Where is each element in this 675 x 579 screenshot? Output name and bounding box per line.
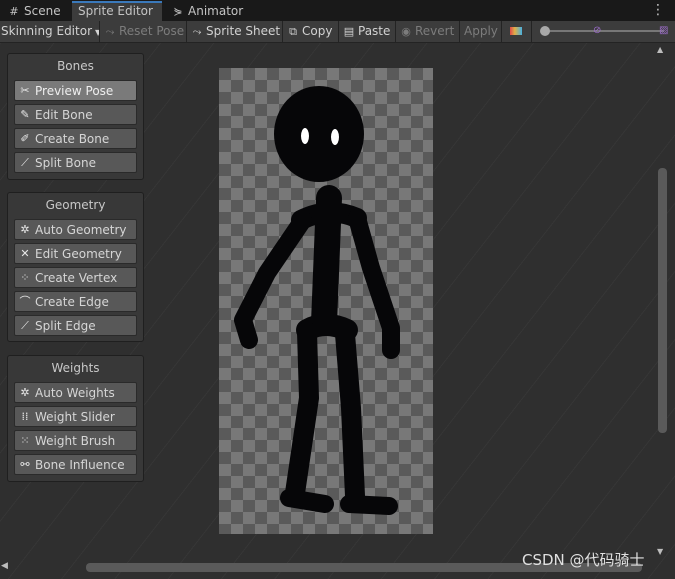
revert-label: Revert [415, 24, 455, 38]
auto-weights-button[interactable]: ✲ Auto Weights [14, 382, 137, 403]
tab-scene-label: Scene [24, 4, 61, 18]
zoom-slider-handle[interactable] [540, 26, 550, 36]
geometry-panel: Geometry ✲ Auto Geometry ✕ Edit Geometry ⁘… [7, 192, 144, 342]
tab-animator[interactable]: ⋟ Animator [166, 2, 249, 21]
geometry-panel-title: Geometry [45, 198, 106, 212]
bone-influence-label: Bone Influence [35, 458, 125, 472]
eye-icon: ◉ [401, 25, 411, 38]
window-tab-bar: # Scene Sprite Editor ⋟ Animator ⋮ [0, 0, 675, 22]
create-vertex-label: Create Vertex [35, 271, 118, 285]
create-edge-label: Create Edge [35, 295, 109, 309]
edit-geometry-icon: ✕ [20, 247, 30, 260]
reset-pose-icon: ⤳ [105, 25, 115, 38]
color-toggle-button[interactable] [502, 21, 532, 42]
transparency-low-icon: ⊘ [593, 25, 602, 36]
weight-slider-icon: ⁞⁞ [21, 410, 29, 423]
weights-panel-title: Weights [51, 361, 100, 375]
right-eye [331, 129, 339, 145]
vertical-scrollbar[interactable] [658, 168, 667, 433]
reset-pose-label: Reset Pose [119, 24, 185, 38]
revert-button[interactable]: ◉ Revert [396, 21, 460, 42]
mode-dropdown-label: Skinning Editor [1, 24, 92, 38]
create-vertex-icon: ⁘ [20, 271, 30, 284]
sprite-sheet-icon: ⤳ [192, 25, 202, 38]
sprite-editor-toolbar: Skinning Editor▼ ⤳ Reset Pose ⤳ Sprite She… [0, 21, 675, 43]
create-edge-button[interactable]: ⌒ Create Edge [14, 291, 137, 312]
auto-geometry-icon: ✲ [20, 223, 30, 236]
create-edge-icon: ⌒ [19, 295, 31, 308]
edit-bone-icon: ✎ [20, 108, 30, 121]
create-vertex-button[interactable]: ⁘ Create Vertex [14, 267, 137, 288]
edit-geometry-label: Edit Geometry [35, 247, 122, 261]
sprite-canvas[interactable] [219, 68, 433, 534]
scroll-up-arrow-icon[interactable]: ▲ [657, 46, 663, 54]
mode-dropdown[interactable]: Skinning Editor▼ [0, 21, 100, 42]
copy-label: Copy [302, 24, 333, 38]
tab-sprite-editor-label: Sprite Editor [78, 4, 153, 18]
split-edge-icon: ⟋ [21, 319, 29, 332]
apply-label: Apply [464, 24, 498, 38]
more-options-icon[interactable]: ⋮ [651, 2, 665, 18]
split-edge-button[interactable]: ⟋ Split Edge [14, 315, 137, 336]
create-bone-label: Create Bone [35, 132, 110, 146]
paste-icon: ▤ [343, 25, 355, 38]
auto-geometry-label: Auto Geometry [35, 223, 127, 237]
paste-label: Paste [358, 24, 391, 38]
zoom-slider-track[interactable] [544, 30, 664, 32]
bones-panel-title: Bones [57, 59, 94, 73]
grid-icon: # [9, 5, 19, 18]
tab-animator-label: Animator [188, 4, 244, 18]
transparency-high-icon: ▨ [659, 25, 669, 36]
left-eye [301, 128, 309, 144]
bone-influence-button[interactable]: ⚯ Bone Influence [14, 454, 137, 475]
split-bone-icon: ⟋ [21, 156, 29, 169]
sprite-sheet-label: Sprite Sheet [206, 24, 281, 38]
preview-pose-button[interactable]: ✂ Preview Pose [14, 80, 137, 101]
color-swatch-icon [510, 27, 522, 35]
create-bone-button[interactable]: ✐ Create Bone [14, 128, 137, 149]
weights-panel: Weights ✲ Auto Weights ⁞⁞ Weight Slider ⁙ W… [7, 355, 144, 482]
copy-icon: ⧉ [289, 25, 297, 38]
split-bone-label: Split Bone [35, 156, 96, 170]
preview-pose-label: Preview Pose [35, 84, 114, 98]
bones-panel: Bones ✂ Preview Pose ✎ Edit Bone ✐ Create B… [7, 53, 144, 180]
scroll-left-arrow-icon[interactable]: ◀ [1, 561, 8, 571]
sprite-sheet-button[interactable]: ⤳ Sprite Sheet [187, 21, 283, 42]
create-bone-icon: ✐ [20, 132, 30, 145]
scroll-down-arrow-icon[interactable]: ▼ [657, 548, 663, 556]
weight-brush-label: Weight Brush [35, 434, 116, 448]
animator-icon: ⋟ [173, 5, 183, 18]
split-edge-label: Split Edge [35, 319, 96, 333]
auto-geometry-button[interactable]: ✲ Auto Geometry [14, 219, 137, 240]
auto-weights-label: Auto Weights [35, 386, 115, 400]
bone-influence-icon: ⚯ [20, 458, 30, 471]
edit-bone-label: Edit Bone [35, 108, 93, 122]
weight-brush-icon: ⁙ [20, 434, 30, 447]
apply-button[interactable]: Apply [460, 21, 502, 42]
copy-button[interactable]: ⧉ Copy [283, 21, 339, 42]
stick-figure-sprite [234, 86, 400, 515]
weight-slider-button[interactable]: ⁞⁞ Weight Slider [14, 406, 137, 427]
preview-pose-icon: ✂ [20, 84, 30, 97]
paste-button[interactable]: ▤ Paste [339, 21, 396, 42]
edit-bone-button[interactable]: ✎ Edit Bone [14, 104, 137, 125]
tab-scene[interactable]: # Scene [2, 2, 67, 21]
weight-slider-label: Weight Slider [35, 410, 115, 424]
reset-pose-button[interactable]: ⤳ Reset Pose [100, 21, 187, 42]
auto-weights-icon: ✲ [20, 386, 30, 399]
edit-geometry-button[interactable]: ✕ Edit Geometry [14, 243, 137, 264]
weight-brush-button[interactable]: ⁙ Weight Brush [14, 430, 137, 451]
split-bone-button[interactable]: ⟋ Split Bone [14, 152, 137, 173]
watermark-text: CSDN @代码骑士 [522, 551, 645, 569]
tab-sprite-editor[interactable]: Sprite Editor [72, 1, 162, 21]
